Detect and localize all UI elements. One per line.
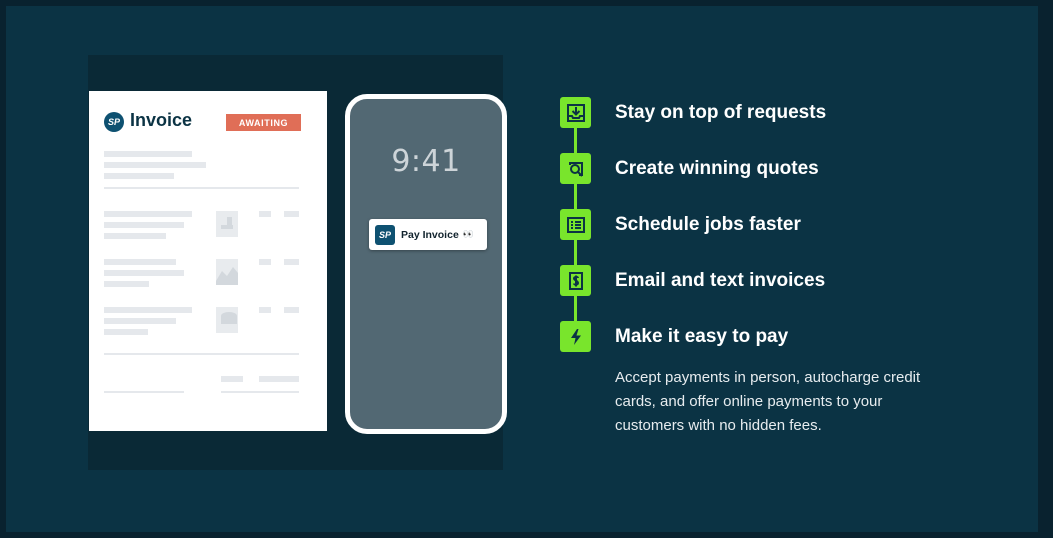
- placeholder-line: [104, 211, 192, 217]
- placeholder-line: [221, 376, 243, 382]
- placeholder-line: [104, 281, 149, 287]
- list-schedule-icon: [560, 209, 591, 240]
- sp-logo: SP: [375, 224, 395, 245]
- placeholder-line: [104, 270, 184, 276]
- invoice-illustration: SP Invoice AWAITING 9:41 SP Pay Invoice …: [88, 55, 507, 470]
- magnifier-quote-icon: [560, 153, 591, 184]
- eyes-emoji: 👀: [462, 229, 474, 239]
- sp-logo: SP: [104, 112, 124, 132]
- invoice-dollar-icon: [560, 265, 591, 296]
- phone-mockup: 9:41 SP Pay Invoice 👀: [345, 94, 507, 434]
- placeholder-line: [284, 307, 299, 313]
- phone-clock: 9:41: [391, 144, 461, 179]
- inbox-download-icon: [560, 97, 591, 128]
- placeholder-line: [104, 329, 148, 335]
- divider: [104, 391, 184, 393]
- divider: [104, 187, 299, 189]
- placeholder-line: [259, 211, 271, 217]
- placeholder-line: [104, 259, 176, 265]
- divider: [104, 353, 299, 355]
- placeholder-line: [104, 162, 206, 168]
- placeholder-line: [104, 151, 192, 157]
- placeholder-line: [104, 222, 184, 228]
- payment-description: Accept payments in person, autocharge cr…: [615, 369, 921, 434]
- feature-label: Schedule jobs faster: [615, 214, 801, 235]
- item-thumbnail: [216, 211, 238, 237]
- placeholder-line: [104, 233, 166, 239]
- placeholder-line: [284, 211, 299, 217]
- placeholder-line: [259, 376, 299, 382]
- item-thumbnail: [216, 259, 238, 285]
- status-badge: AWAITING: [226, 114, 301, 131]
- invoice-document: SP Invoice AWAITING: [89, 91, 327, 431]
- placeholder-line: [284, 259, 299, 265]
- pay-invoice-notification[interactable]: SP Pay Invoice 👀: [369, 219, 487, 250]
- placeholder-line: [104, 307, 192, 313]
- feature-label: Stay on top of requests: [615, 102, 827, 123]
- lightning-bolt-icon: [560, 321, 591, 352]
- feature-label: Make it easy to pay: [615, 326, 789, 347]
- placeholder-line: [259, 259, 271, 265]
- placeholder-line: [104, 173, 174, 179]
- item-thumbnail: [216, 307, 238, 333]
- invoice-title: Invoice: [130, 110, 193, 130]
- feature-label: Email and text invoices: [615, 270, 826, 291]
- placeholder-line: [259, 307, 271, 313]
- divider: [221, 391, 299, 393]
- notification-label: Pay Invoice: [401, 228, 459, 241]
- placeholder-line: [104, 318, 176, 324]
- feature-label: Create winning quotes: [615, 158, 819, 179]
